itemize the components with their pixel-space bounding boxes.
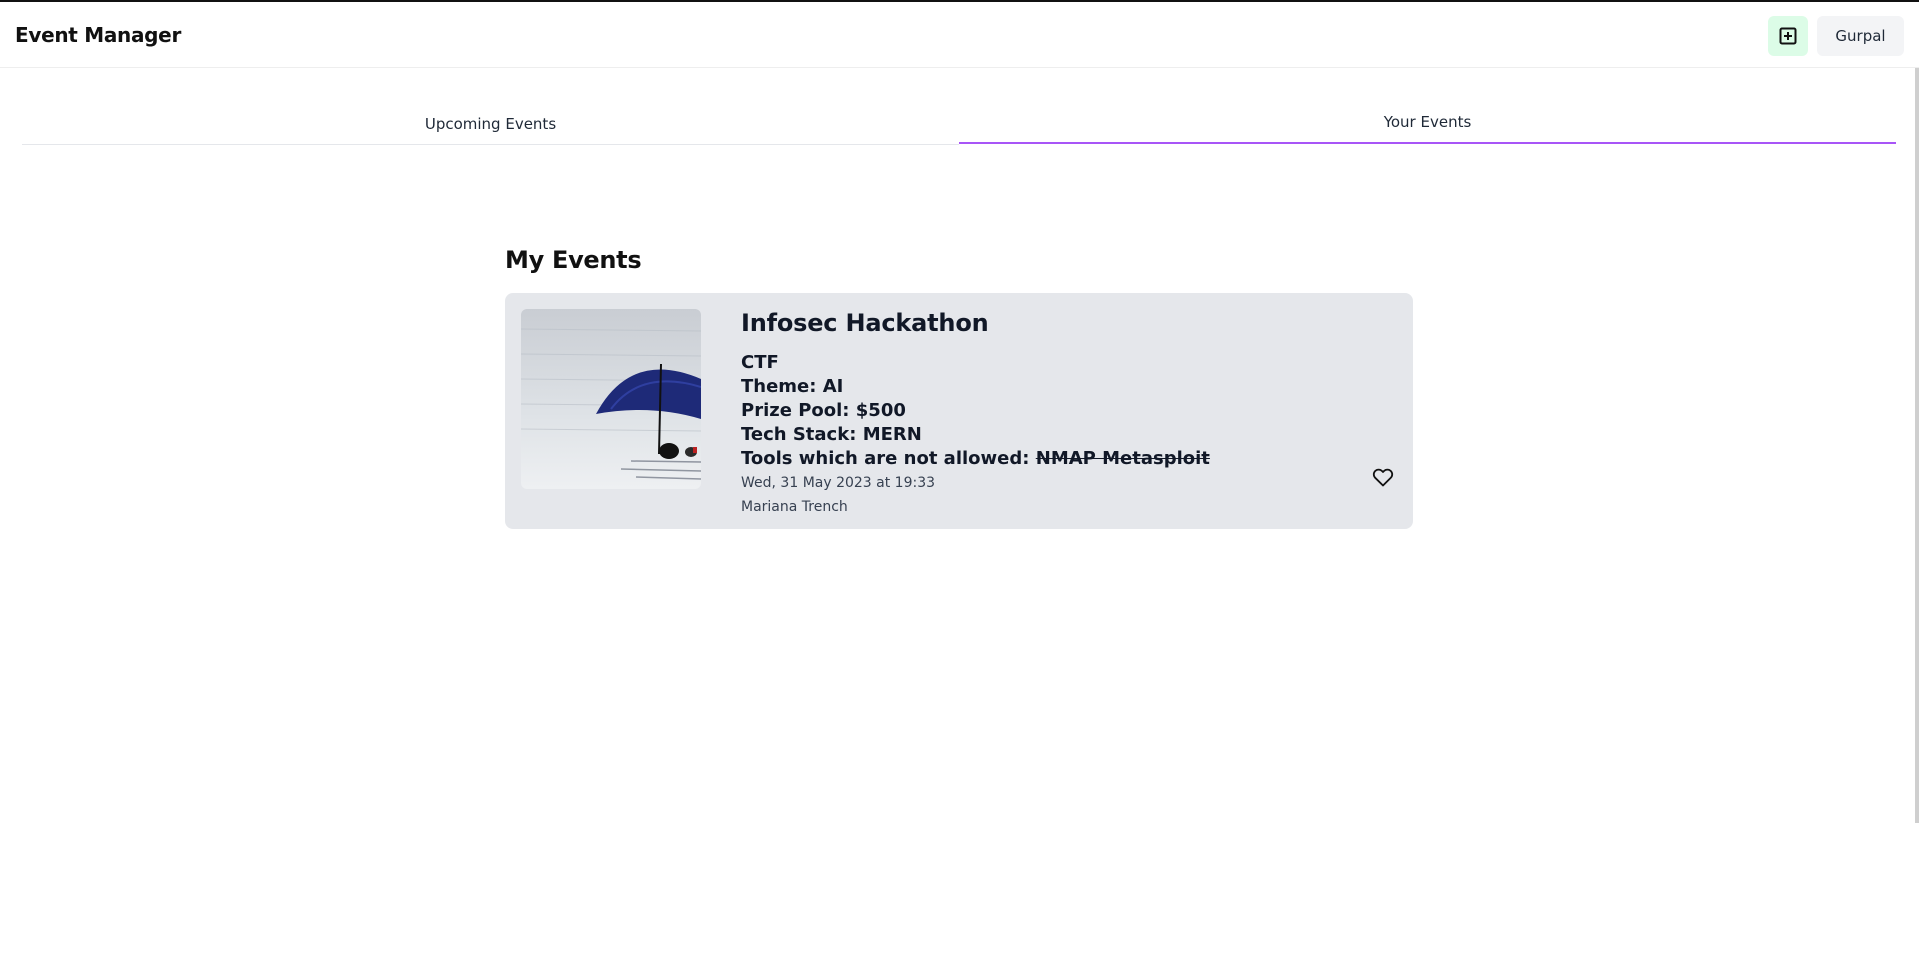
- tools-value: NMAP Metasploit: [1035, 448, 1210, 469]
- event-type: CTF: [741, 352, 779, 373]
- section-title: My Events: [505, 246, 642, 274]
- event-title: Infosec Hackathon: [741, 309, 989, 337]
- tools-label: Tools which are not allowed:: [741, 448, 1030, 469]
- theme-label: Theme:: [741, 376, 817, 397]
- user-menu-button[interactable]: Gurpal: [1817, 16, 1904, 56]
- stack-label: Tech Stack:: [741, 424, 857, 445]
- event-card[interactable]: Infosec Hackathon CTF Theme: AI Prize Po…: [505, 293, 1413, 529]
- prize-label: Prize Pool:: [741, 400, 850, 421]
- event-disallowed-tools: Tools which are not allowed: NMAP Metasp…: [741, 447, 1341, 471]
- event-prize: Prize Pool: $500: [741, 399, 1341, 423]
- app-header: Event Manager Gurpal: [0, 2, 1919, 68]
- event-details: Infosec Hackathon CTF Theme: AI Prize Po…: [741, 305, 1341, 519]
- event-tech-stack: Tech Stack: MERN: [741, 423, 1341, 447]
- event-tabs: Upcoming Events Your Events: [22, 103, 1896, 145]
- event-datetime: Wed, 31 May 2023 at 19:33: [741, 475, 936, 491]
- stack-value: MERN: [862, 424, 922, 445]
- plus-square-icon: [1779, 27, 1797, 45]
- prize-value: $500: [855, 400, 906, 421]
- event-location: Mariana Trench: [741, 499, 848, 515]
- theme-value: AI: [822, 376, 844, 397]
- tab-upcoming-events[interactable]: Upcoming Events: [22, 103, 959, 145]
- heart-icon[interactable]: [1371, 465, 1395, 489]
- event-image: [521, 309, 701, 489]
- scrollbar[interactable]: [1915, 68, 1919, 823]
- event-theme: Theme: AI: [741, 375, 1341, 399]
- tab-your-events[interactable]: Your Events: [959, 102, 1896, 144]
- app-title: Event Manager: [15, 23, 182, 47]
- add-event-button[interactable]: [1768, 16, 1808, 56]
